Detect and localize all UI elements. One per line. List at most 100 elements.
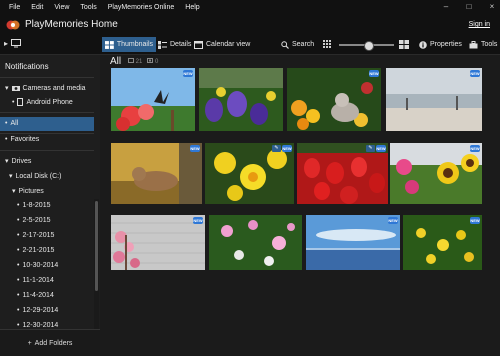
menu-edit[interactable]: Edit — [31, 4, 43, 11]
search-label: Search — [292, 41, 315, 48]
sidebar-item-date[interactable]: • 1-8-2015 — [17, 202, 50, 209]
folder-date-label: 12-29-2014 — [22, 307, 59, 314]
sidebar-item-drives[interactable]: ▾ Drives — [5, 157, 31, 166]
thumbnail-sunflowers[interactable]: NEW — [390, 143, 482, 204]
phone-icon — [17, 98, 24, 106]
video-count-value: 0 — [155, 59, 159, 65]
tab-calendar-label: Calendar view — [206, 41, 251, 48]
photo-count-value: 21 — [135, 59, 143, 65]
properties-button[interactable]: Properties — [419, 37, 462, 52]
sidebar-item-date[interactable]: • 10-30-2014 — [17, 262, 58, 269]
bullet-icon: • — [17, 292, 20, 299]
tab-details[interactable]: Details — [155, 37, 194, 52]
photo-icon — [128, 58, 134, 63]
folder-date-label: 10-30-2014 — [22, 262, 59, 269]
sign-in-link[interactable]: Sign in — [469, 21, 490, 28]
menu-view[interactable]: View — [54, 4, 69, 11]
bullet-icon: • — [17, 217, 20, 224]
menu-help[interactable]: Help — [185, 4, 199, 11]
folder-date-label: 2-17-2015 — [22, 232, 55, 239]
sidebar-item-date[interactable]: • 12-29-2014 — [17, 307, 58, 314]
thumbnail-pink-blossoms[interactable]: NEW — [111, 215, 205, 270]
divider — [0, 112, 94, 113]
search-icon — [281, 40, 289, 49]
thumbnail-cat-on-bench[interactable]: NEW — [111, 143, 202, 204]
info-icon — [419, 40, 427, 49]
tab-thumbnails-label: Thumbnails — [116, 41, 153, 48]
sidebar-item-android-phone[interactable]: • Android Phone — [12, 98, 73, 106]
new-badge: NEW — [190, 145, 200, 152]
notifications-heading[interactable]: Notifications — [5, 62, 49, 71]
close-button[interactable]: × — [486, 0, 498, 14]
search-button[interactable]: Search — [281, 37, 314, 52]
thumbnail-butterfly-flowers[interactable]: NEW — [111, 68, 195, 131]
bullet-icon: • — [5, 136, 8, 143]
thumbnail-sea-horizon[interactable]: NEW — [306, 215, 400, 270]
sidebar-item-cameras[interactable]: ▾ Cameras and media — [5, 84, 86, 93]
sidebar-item-date[interactable]: • 11-4-2014 — [17, 292, 54, 299]
add-folders-button[interactable]: + Add Folders — [0, 329, 100, 356]
new-badge: NEW — [388, 217, 398, 224]
minimize-button[interactable]: – — [440, 0, 452, 14]
sidebar-item-android-label: Android Phone — [26, 98, 73, 106]
sidebar-item-all[interactable]: • All — [5, 120, 18, 127]
zoom-slider-knob[interactable] — [363, 41, 374, 51]
thumbnail-cat-in-garden[interactable]: NEW — [287, 68, 381, 131]
menu-bar: File Edit View Tools PlayMemories Online… — [0, 0, 500, 14]
thumbnail-pink-flowers[interactable] — [209, 215, 302, 270]
thumbnail-red-tulips[interactable]: ✎ NEW — [297, 143, 388, 204]
divider — [0, 133, 94, 134]
scrollbar-thumb[interactable] — [95, 201, 98, 291]
divider — [0, 150, 94, 151]
camera-icon — [11, 86, 20, 91]
bullet-icon: • — [17, 247, 20, 254]
new-badge: NEW — [470, 217, 480, 224]
monitor-icon[interactable] — [11, 39, 22, 48]
photo-image — [111, 68, 195, 131]
sidebar-item-date[interactable]: • 2-5-2015 — [17, 217, 50, 224]
thumbnail-citrus-tree[interactable]: NEW — [403, 215, 482, 270]
sidebar-item-favorites-label: Favorites — [10, 136, 40, 143]
title-bar: PlayMemories Home Sign in — [0, 14, 500, 36]
large-grid-icon[interactable] — [399, 40, 409, 49]
details-icon — [158, 40, 167, 49]
sidebar-item-date[interactable]: • 2-21-2015 — [17, 247, 54, 254]
photo-image — [287, 68, 381, 131]
new-badge: NEW — [282, 145, 292, 152]
app-logo-icon — [6, 20, 20, 30]
new-badge: NEW — [376, 145, 386, 152]
menu-file[interactable]: File — [9, 4, 20, 11]
menu-tools[interactable]: Tools — [80, 4, 96, 11]
bullet-icon: • — [17, 202, 20, 209]
folder-date-label: 11-1-2014 — [22, 277, 54, 284]
thumbnail-yellow-daffodils[interactable]: ✎ NEW — [205, 143, 294, 204]
sidebar-item-date[interactable]: • 2-17-2015 — [17, 232, 54, 239]
zoom-slider[interactable] — [339, 41, 394, 51]
photo-count: 21 — [128, 58, 142, 65]
sidebar-item-favorites[interactable]: • Favorites — [5, 136, 39, 143]
sidebar-item-pictures[interactable]: ▾ Pictures — [12, 187, 44, 196]
thumbnail-beach-sky[interactable]: NEW — [386, 68, 482, 131]
tab-details-label: Details — [170, 41, 192, 48]
thumbnail-purple-iris[interactable] — [199, 68, 283, 131]
tab-calendar-view[interactable]: Calendar view — [191, 37, 253, 52]
new-badge: NEW — [193, 217, 203, 224]
sidebar-item-date[interactable]: • 11-1-2014 — [17, 277, 54, 284]
maximize-button[interactable]: □ — [463, 0, 475, 14]
new-badge: NEW — [470, 70, 480, 77]
bullet-icon: • — [17, 322, 20, 329]
menu-playmemories-online[interactable]: PlayMemories Online — [108, 4, 175, 11]
small-grid-icon[interactable] — [323, 40, 333, 49]
tab-thumbnails[interactable]: Thumbnails — [102, 37, 156, 52]
sidebar-item-all-label: All — [10, 120, 19, 127]
tools-button[interactable]: Tools — [469, 37, 497, 52]
expand-arrow-icon: ▾ — [5, 158, 9, 165]
sidebar-toggle-icon[interactable]: ▸ — [4, 39, 8, 48]
window-controls: – □ × — [431, 0, 500, 14]
bullet-icon: • — [12, 98, 15, 106]
divider — [0, 77, 94, 78]
sidebar-item-date[interactable]: • 12-30-2014 — [17, 322, 58, 329]
photo-image — [390, 143, 482, 204]
app-window: File Edit View Tools PlayMemories Online… — [0, 0, 500, 356]
sidebar-item-local-disk[interactable]: ▾ Local Disk (C:) — [9, 172, 61, 181]
